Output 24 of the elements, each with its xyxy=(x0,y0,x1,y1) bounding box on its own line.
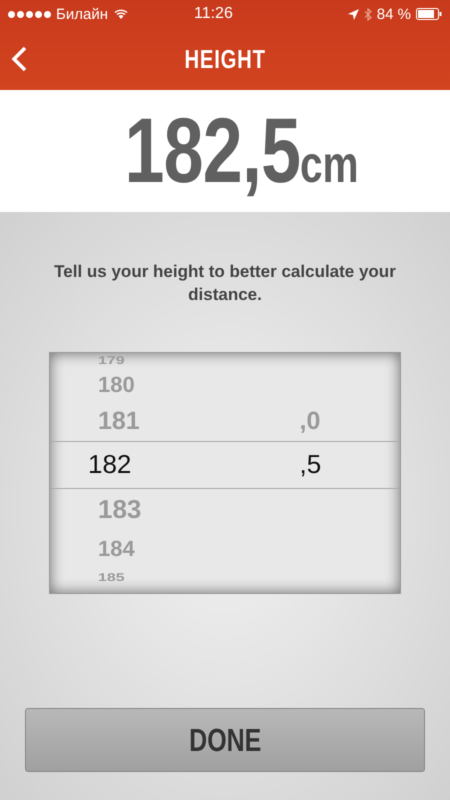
instruction-text: Tell us your height to better calculate your distance. xyxy=(53,261,397,306)
bluetooth-icon xyxy=(364,8,372,20)
picker-option[interactable]: ,0 xyxy=(300,408,320,434)
height-value: 182,5 xyxy=(124,99,300,204)
signal-icon xyxy=(8,10,51,18)
picker-option[interactable]: 184 xyxy=(98,538,135,560)
height-picker[interactable]: 179 180 181 182 183 184 185 ,0 ,5 xyxy=(49,352,401,594)
location-arrow-icon xyxy=(348,8,359,20)
carrier-name: Билайн xyxy=(56,6,108,22)
wifi-icon xyxy=(112,8,129,20)
height-unit: cm xyxy=(300,135,359,195)
picker-option[interactable]: 180 xyxy=(98,374,135,396)
picker-option[interactable]: 181 xyxy=(98,408,140,434)
picker-option[interactable]: 182 xyxy=(88,451,132,477)
picker-option[interactable]: ,5 xyxy=(300,451,322,477)
back-icon[interactable] xyxy=(11,46,27,72)
battery-percent: 84 % xyxy=(376,6,411,22)
status-time: 11:26 xyxy=(194,5,233,23)
screen-title: HEIGHT xyxy=(184,44,266,74)
battery-icon xyxy=(416,8,442,20)
done-button[interactable]: DONE xyxy=(25,708,425,772)
picker-option[interactable]: 183 xyxy=(98,496,142,522)
picker-option[interactable]: 179 xyxy=(98,355,125,367)
picker-option[interactable]: 185 xyxy=(98,572,125,584)
